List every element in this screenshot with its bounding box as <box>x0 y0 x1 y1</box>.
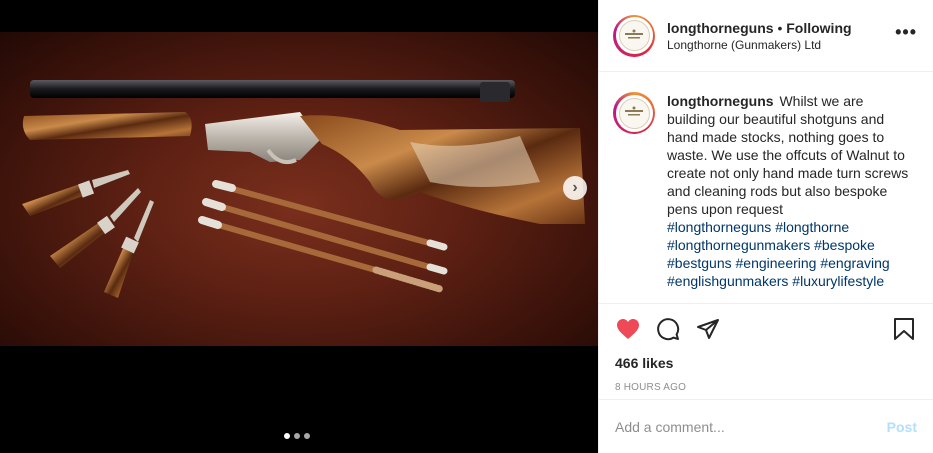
save-button[interactable] <box>891 316 917 342</box>
share-button[interactable] <box>695 316 721 342</box>
hashtag-link[interactable]: #englishgunmakers <box>667 273 788 289</box>
caption-username[interactable]: longthorneguns <box>667 93 774 109</box>
carousel-dot-3 <box>304 433 310 439</box>
post-side-panel: longthorneguns • Following Longthorne (G… <box>598 0 933 453</box>
likes-count[interactable]: 466 likes <box>615 354 917 372</box>
hashtag-link[interactable]: #engineering <box>736 255 817 271</box>
post-actions: 466 likes 8 HOURS AGO <box>599 303 933 399</box>
carousel-next-button[interactable]: › <box>563 176 587 200</box>
share-icon <box>697 319 719 339</box>
avatar[interactable] <box>613 14 655 57</box>
comment-input[interactable] <box>615 418 887 435</box>
hashtag-link[interactable]: #longthorneguns <box>667 219 771 235</box>
heart-icon <box>617 319 639 339</box>
comment-button[interactable] <box>655 316 681 342</box>
like-button[interactable] <box>615 316 641 342</box>
hashtag-link[interactable]: #longthornegunmakers <box>667 237 810 253</box>
post-media: › <box>0 0 598 453</box>
caption-text: Whilst we are building our beautiful sho… <box>667 93 909 217</box>
hashtag-link[interactable]: #luxurylifestyle <box>792 273 884 289</box>
post-header: longthorneguns • Following Longthorne (G… <box>599 0 933 72</box>
hashtag-link[interactable]: #bestguns <box>667 255 732 271</box>
post-timestamp[interactable]: 8 HOURS AGO <box>615 382 917 393</box>
account-subtitle[interactable]: Longthorne (Gunmakers) Ltd <box>667 37 852 53</box>
brand-logo-icon <box>618 97 650 129</box>
carousel-indicator <box>284 433 310 439</box>
post-photo[interactable] <box>0 32 598 346</box>
comment-icon <box>657 318 680 341</box>
brand-logo-icon <box>618 20 650 51</box>
caption-avatar[interactable] <box>613 92 655 134</box>
action-icon-row <box>615 304 917 354</box>
comment-bar: Post <box>599 399 933 453</box>
carousel-dot-1 <box>284 433 290 439</box>
bookmark-icon <box>894 318 914 340</box>
hashtag-link[interactable]: #bespoke <box>814 237 875 253</box>
following-button[interactable]: Following <box>786 20 851 36</box>
caption-area: longthorneguns Whilst we are building ou… <box>599 72 933 303</box>
post-comment-button[interactable]: Post <box>887 419 917 435</box>
carousel-dot-2 <box>294 433 300 439</box>
hashtag-link[interactable]: #engraving <box>820 255 889 271</box>
chevron-right-icon: › <box>572 179 578 196</box>
post-caption: longthorneguns Whilst we are building ou… <box>667 92 910 303</box>
hashtag-link[interactable]: #longthorne <box>775 219 849 235</box>
shotgun-photo-illustration <box>22 80 585 298</box>
header-separator: • <box>777 19 783 36</box>
header-username[interactable]: longthorneguns <box>667 20 774 36</box>
more-options-icon[interactable]: ••• <box>895 23 917 41</box>
